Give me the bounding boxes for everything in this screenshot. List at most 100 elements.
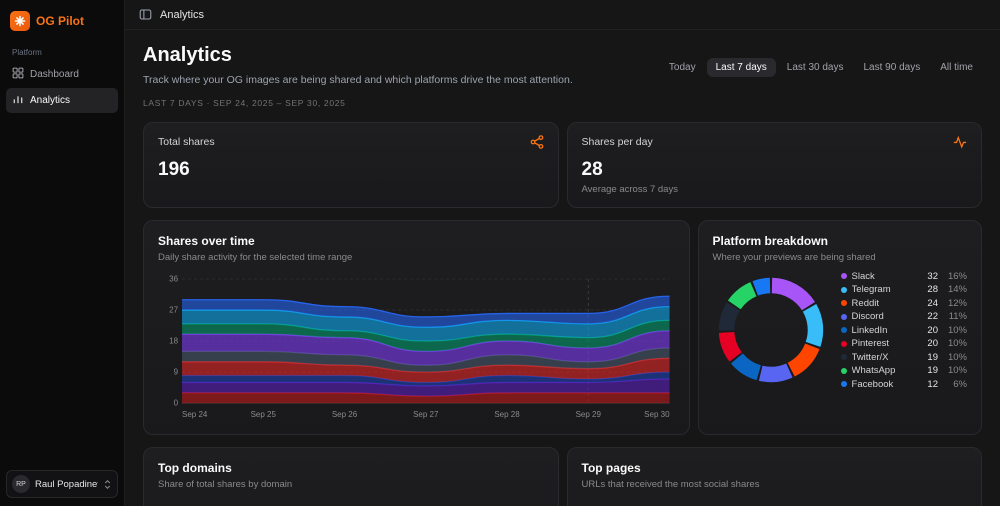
- legend-item-slack[interactable]: Slack 32 16%: [840, 270, 967, 282]
- svg-text:Sep 30: Sep 30: [644, 410, 670, 419]
- legend-item-pinterest[interactable]: Pinterest 20 10%: [840, 338, 967, 350]
- range-button-all-time[interactable]: All time: [931, 58, 982, 77]
- shares-over-time-card: Shares over time Daily share activity fo…: [143, 219, 690, 435]
- top-pages-card: Top pages URLs that received the most so…: [566, 446, 982, 506]
- sidebar-toggle-icon[interactable]: [139, 8, 152, 21]
- platform-donut-chart[interactable]: [713, 272, 829, 388]
- table-subtitle: Share of total shares by domain: [158, 478, 293, 490]
- legend-value: 28: [927, 284, 938, 296]
- donut-segment[interactable]: [718, 332, 742, 362]
- top-domains-card: Top domains Share of total shares by dom…: [143, 446, 559, 506]
- stat-value: 28: [581, 158, 603, 180]
- svg-text:Sep 29: Sep 29: [576, 410, 602, 419]
- legend-color-dot: [840, 313, 847, 320]
- legend-label: Reddit: [851, 297, 880, 309]
- legend-label: Pinterest: [851, 338, 890, 350]
- legend-color-dot: [840, 300, 847, 307]
- table-subtitle: URLs that received the most social share…: [581, 478, 760, 490]
- legend-item-discord[interactable]: Discord 22 11%: [840, 311, 967, 323]
- avatar: RP: [12, 475, 30, 493]
- donut-segment[interactable]: [787, 343, 820, 377]
- legend-value: 19: [927, 365, 938, 377]
- range-button-last-30-days[interactable]: Last 30 days: [778, 58, 853, 77]
- legend-color-dot: [840, 340, 847, 347]
- sidebar-item-analytics[interactable]: Analytics: [6, 88, 118, 113]
- stat-label: Shares per day: [581, 135, 653, 148]
- stat-subtext: Average across 7 days: [581, 183, 678, 195]
- legend-item-whatsapp[interactable]: WhatsApp 19 10%: [840, 365, 967, 377]
- chevron-up-down-icon: [104, 479, 111, 489]
- sidebar-section-label: Platform: [12, 48, 42, 57]
- share-nodes-icon: [530, 134, 543, 149]
- svg-text:Sep 25: Sep 25: [251, 410, 277, 419]
- svg-text:27: 27: [169, 305, 178, 314]
- legend-color-dot: [840, 367, 847, 374]
- legend-percent: 12%: [947, 297, 967, 309]
- shares-per-day-card: Shares per day 28 Average across 7 days: [566, 121, 982, 208]
- tables-row: Top domains Share of total shares by dom…: [143, 446, 982, 506]
- legend-value: 22: [927, 311, 938, 323]
- table-header-row: PageSharesPlatforms: [582, 500, 968, 506]
- legend-value: 20: [927, 324, 938, 336]
- svg-text:Sep 28: Sep 28: [494, 410, 520, 419]
- user-menu[interactable]: RP Raul Popadineti: [6, 470, 118, 498]
- donut-segment[interactable]: [771, 278, 815, 311]
- table-title: Top pages: [581, 460, 641, 475]
- svg-text:36: 36: [169, 274, 178, 283]
- svg-text:18: 18: [169, 336, 178, 345]
- range-button-today[interactable]: Today: [660, 58, 705, 77]
- shares-over-time-chart[interactable]: 0 9 18 27 36 Sep 24 Sep 25 Sep 26 Sep 27 Sep 28 Se…: [158, 271, 675, 421]
- activity-icon: [953, 135, 967, 149]
- app-logo[interactable]: OG Pilot: [0, 0, 124, 40]
- stats-row: Total shares 196 Shares per day 28 Avera…: [143, 121, 982, 208]
- legend-value: 32: [927, 270, 938, 282]
- legend-label: LinkedIn: [851, 324, 888, 336]
- chart-subtitle: Daily share activity for the selected ti…: [158, 251, 353, 263]
- donut-segment[interactable]: [730, 353, 761, 381]
- legend-item-telegram[interactable]: Telegram 28 14%: [840, 284, 967, 296]
- legend-percent: 16%: [947, 270, 967, 282]
- legend-label: Facebook: [851, 378, 894, 390]
- main-area: Analytics Analytics Track where your OG …: [125, 0, 1000, 506]
- page-header-text: Analytics Track where your OG images are…: [143, 44, 573, 108]
- donut-segment[interactable]: [802, 304, 823, 348]
- table-header-row: DomainSharesShare: [158, 500, 544, 506]
- svg-text:9: 9: [174, 367, 179, 376]
- page-title: Analytics: [143, 44, 232, 66]
- breadcrumb: Analytics: [160, 8, 205, 21]
- legend-label: Telegram: [851, 284, 891, 296]
- top-pages-table: PageSharesPlatformshttps://smallbets.co/…: [582, 500, 968, 506]
- legend-value: 24: [927, 297, 938, 309]
- svg-text:Sep 24: Sep 24: [182, 410, 208, 419]
- legend-value: 19: [927, 351, 938, 363]
- app-logo-icon: [10, 11, 30, 31]
- platform-breakdown-card: Platform breakdown Where your previews a…: [697, 219, 982, 435]
- legend-percent: 10%: [947, 351, 967, 363]
- legend-color-dot: [840, 381, 847, 388]
- legend-item-linkedin[interactable]: LinkedIn 20 10%: [840, 324, 967, 336]
- svg-text:0: 0: [174, 398, 179, 407]
- range-button-last-7-days[interactable]: Last 7 days: [706, 58, 776, 77]
- range-button-last-90-days[interactable]: Last 90 days: [854, 58, 929, 77]
- legend-item-facebook[interactable]: Facebook 12 6%: [840, 378, 967, 390]
- legend-percent: 14%: [947, 284, 967, 296]
- legend-label: Twitter/X: [851, 351, 889, 363]
- sidebar-item-dashboard[interactable]: Dashboard: [6, 62, 118, 87]
- donut-segment[interactable]: [718, 302, 740, 331]
- date-range-label: LAST 7 DAYS · SEP 24, 2025 – SEP 30, 202…: [143, 97, 346, 108]
- svg-text:Sep 26: Sep 26: [332, 410, 358, 419]
- legend-label: Slack: [851, 270, 875, 282]
- app-name: OG Pilot: [36, 14, 84, 28]
- chart-subtitle: Where your previews are being shared: [712, 251, 876, 263]
- donut-segment[interactable]: [727, 282, 756, 310]
- donut-segment[interactable]: [752, 278, 770, 296]
- donut-segment[interactable]: [758, 363, 793, 383]
- platform-legend: Slack 32 16% Telegram 28 14% Reddit 24 12% Discor…: [840, 270, 967, 390]
- chart-title: Platform breakdown: [712, 233, 828, 248]
- legend-value: 12: [927, 378, 938, 390]
- legend-item-reddit[interactable]: Reddit 24 12%: [840, 297, 967, 309]
- legend-item-twitter-x[interactable]: Twitter/X 19 10%: [840, 351, 967, 363]
- legend-percent: 11%: [948, 311, 967, 323]
- legend-percent: 6%: [953, 378, 967, 390]
- total-shares-card: Total shares 196: [143, 121, 559, 208]
